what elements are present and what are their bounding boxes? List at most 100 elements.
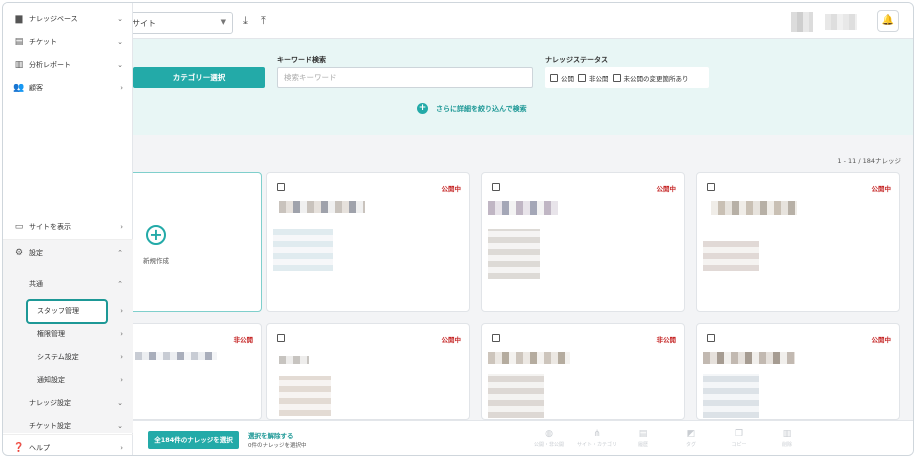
action-publish[interactable]: ◍ 公開・非公開 [529, 429, 569, 448]
blurred-title [135, 352, 217, 360]
topbar: サイト ▼ ⤓ ⤒ 🔔 [3, 3, 913, 39]
action-copy[interactable]: ❐ コピー [719, 429, 759, 448]
new-label: 新規作成 [143, 257, 169, 265]
status-badge: 公開中 [871, 185, 892, 193]
trash-icon: ▥ [782, 429, 792, 439]
status-badge: 公開中 [441, 185, 462, 193]
chevron-down-icon: ⌄ [117, 399, 123, 407]
blurred-title [279, 201, 365, 213]
sidebar-item-staff-management[interactable]: スタッフ管理 › [3, 300, 133, 322]
chevron-right-icon: › [120, 307, 123, 315]
sidebar-item-settings[interactable]: ⚙ 設定 ⌃ [3, 242, 133, 264]
action-site-category[interactable]: ⋔ サイト・カテゴリ [577, 429, 617, 448]
blurred-title [488, 352, 570, 364]
status-options: 公開 非公開 未公開の変更箇所あり [545, 67, 709, 88]
sidebar-item-knowledge-settings[interactable]: ナレッジ設定 ⌄ [3, 392, 133, 414]
select-all-button[interactable]: 全184件のナレッジを選択 [148, 431, 239, 449]
status-option-public[interactable]: 公開 [550, 73, 574, 83]
status-option-unpublished-changes[interactable]: 未公開の変更箇所あり [612, 73, 689, 83]
chevron-right-icon: › [120, 353, 123, 361]
file-icon: ▤ [638, 429, 648, 439]
action-history[interactable]: ▤ 履歴 [623, 429, 663, 448]
sidebar-item-help[interactable]: ❓ ヘルプ › [3, 437, 133, 455]
checkbox[interactable] [707, 183, 715, 191]
status-option-private[interactable]: 非公開 [578, 73, 609, 83]
more-search-link[interactable]: + さらに詳細を絞り込んで検索 [417, 103, 527, 114]
checkbox[interactable] [578, 73, 586, 82]
divider [3, 239, 133, 240]
chevron-up-icon: ⌃ [117, 280, 123, 288]
app-window: サイト ▼ ⤓ ⤒ 🔔 カテゴリー選択 キーワード検索 ナレッジステータス 公開… [2, 2, 914, 456]
chevron-right-icon: › [120, 376, 123, 384]
category-select-button[interactable]: カテゴリー選択 [133, 67, 265, 88]
chevron-right-icon: › [120, 444, 123, 452]
chevron-down-icon: ⌄ [117, 422, 123, 430]
sidebar-item-system-settings[interactable]: システム設定 › [3, 346, 133, 368]
checkbox[interactable] [492, 183, 500, 191]
knowledge-card[interactable]: 非公開 [481, 323, 685, 420]
chevron-down-icon: ▼ [220, 18, 226, 26]
globe-icon: ◍ [545, 429, 553, 439]
status-badge: 非公開 [656, 336, 677, 344]
blurred-title [711, 201, 797, 215]
sidebar-item-customer[interactable]: 👥 顧客 › [3, 77, 133, 99]
plus-circle-icon: + [146, 225, 166, 245]
blurred-content [273, 229, 333, 271]
unselect-link[interactable]: 選択を解除する [248, 430, 294, 440]
filter-panel: カテゴリー選択 キーワード検索 ナレッジステータス 公開 非公開 未公開の変更箇… [3, 39, 913, 135]
action-delete[interactable]: ▥ 削除 [767, 429, 807, 448]
chevron-down-icon: ⌄ [117, 15, 123, 23]
sidebar-item-knowledge-base[interactable]: ▆ ナレッジベース ⌄ [3, 8, 133, 30]
knowledge-card[interactable]: 公開中 [696, 323, 900, 420]
status-badge: 公開中 [441, 336, 462, 344]
blurred-content [488, 374, 544, 418]
keyword-label: キーワード検索 [277, 56, 326, 64]
knowledge-card[interactable]: 公開中 [266, 172, 470, 312]
selected-count: 0件のナレッジを選択中 [248, 443, 307, 449]
sidebar-item-common[interactable]: 共通 ⌃ [3, 273, 133, 295]
sidebar: ▆ ナレッジベース ⌄ ▤ チケット ⌄ ▥ 分析レポート ⌄ 👥 顧客 › ▭… [3, 3, 133, 455]
sidebar-item-view-site[interactable]: ▭ サイトを表示 › [3, 216, 133, 238]
sidebar-item-analytics[interactable]: ▥ 分析レポート ⌄ [3, 54, 133, 76]
checkbox[interactable] [550, 73, 558, 82]
knowledge-card[interactable]: 公開中 [481, 172, 685, 312]
upload-icon[interactable]: ⤒ [261, 14, 266, 28]
people-icon: 👥 [13, 83, 25, 93]
bell-icon[interactable]: 🔔 [877, 10, 899, 32]
sidebar-item-ticket[interactable]: ▤ チケット ⌄ [3, 31, 133, 53]
blurred-content [279, 376, 331, 416]
knowledge-card[interactable]: 公開中 [266, 323, 470, 420]
chart-icon: ▥ [14, 60, 24, 70]
sitemap-icon: ⋔ [593, 429, 601, 439]
chevron-right-icon: › [120, 330, 123, 338]
user-name-blurred [825, 14, 857, 30]
copy-icon: ❐ [734, 429, 744, 439]
blurred-title [703, 352, 795, 364]
chevron-down-icon: ⌄ [117, 61, 123, 69]
sidebar-item-permission[interactable]: 権限管理 › [3, 323, 133, 345]
chevron-right-icon: › [120, 84, 123, 92]
status-label: ナレッジステータス [545, 56, 608, 64]
blurred-title [279, 356, 309, 364]
document-icon: ▆ [15, 14, 23, 24]
checkbox[interactable] [277, 334, 285, 342]
plus-circle-icon: + [417, 103, 428, 114]
status-badge: 公開中 [656, 185, 677, 193]
checkbox[interactable] [492, 334, 500, 342]
knowledge-card[interactable]: 公開中 [696, 172, 900, 312]
sidebar-item-notification-settings[interactable]: 通知設定 › [3, 369, 133, 391]
checkbox[interactable] [612, 73, 621, 82]
knowledge-count: 1 - 11 / 184ナレッジ [837, 157, 901, 165]
action-tag[interactable]: ◩ タグ [671, 429, 711, 448]
monitor-icon: ▭ [14, 222, 24, 232]
bulk-action-bar: 全184件のナレッジを選択 選択を解除する 0件のナレッジを選択中 ◍ 公開・非公… [133, 420, 913, 455]
chevron-up-icon: ⌃ [117, 249, 123, 257]
status-badge: 公開中 [871, 336, 892, 344]
checkbox[interactable] [707, 334, 715, 342]
status-badge: 非公開 [233, 336, 254, 344]
keyword-input[interactable] [277, 67, 533, 88]
ticket-icon: ▤ [14, 37, 24, 47]
user-info-blurred [791, 12, 813, 32]
checkbox[interactable] [277, 183, 285, 191]
download-icon[interactable]: ⤓ [243, 14, 248, 28]
